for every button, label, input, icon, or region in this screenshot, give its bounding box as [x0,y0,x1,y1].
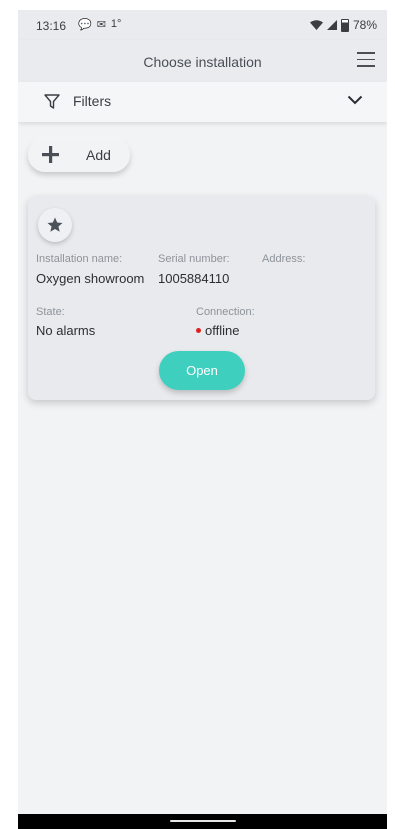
open-installation-button[interactable]: Open [159,351,245,390]
app-screen: 13:16 💬 ✉ 1° 78% Choose installation Fil [18,10,387,829]
address-label: Address: [262,253,306,265]
connection-label: Connection: [196,306,255,318]
battery-icon [340,18,349,32]
serial-number-value: 1005884110 [158,271,230,286]
cell-signal-icon [326,20,337,30]
add-installation-button[interactable]: Add [28,138,130,172]
chevron-down-icon[interactable] [347,95,363,105]
status-bar: 13:16 💬 ✉ 1° 78% [18,10,387,40]
state-label: State: [36,306,65,318]
wifi-icon [309,20,323,30]
status-time: 13:16 [36,19,67,33]
add-label: Add [86,147,111,163]
battery-level: 78% [352,18,377,32]
connection-status: offline [196,323,239,338]
system-navigation-bar [18,814,387,829]
filters-label: Filters [73,93,112,109]
notification-icons: 💬 ✉ 1° [78,18,121,31]
installation-name-value: Oxygen showroom [36,271,145,286]
gmail-icon: ✉ [96,19,106,31]
filters-toggle[interactable]: Filters [18,82,387,122]
page-title: Choose installation [143,54,262,70]
serial-number-label: Serial number: [158,253,230,265]
connection-value: offline [205,323,240,338]
filter-icon [44,94,60,109]
installation-card: Installation name: Oxygen showroom Seria… [28,196,375,400]
system-status-icons: 78% [309,18,377,32]
plus-icon [42,146,59,163]
installation-name-label: Installation name: [36,253,123,265]
star-icon [47,217,63,232]
notification-text: 1° [110,18,122,30]
app-header: Choose installation [18,40,387,82]
favorite-button[interactable] [38,208,72,242]
state-value: No alarms [36,323,96,338]
chat-bubble-icon: 💬 [78,19,92,31]
home-indicator[interactable] [170,820,236,822]
hamburger-menu-icon[interactable] [357,52,375,68]
offline-status-dot [196,328,201,334]
